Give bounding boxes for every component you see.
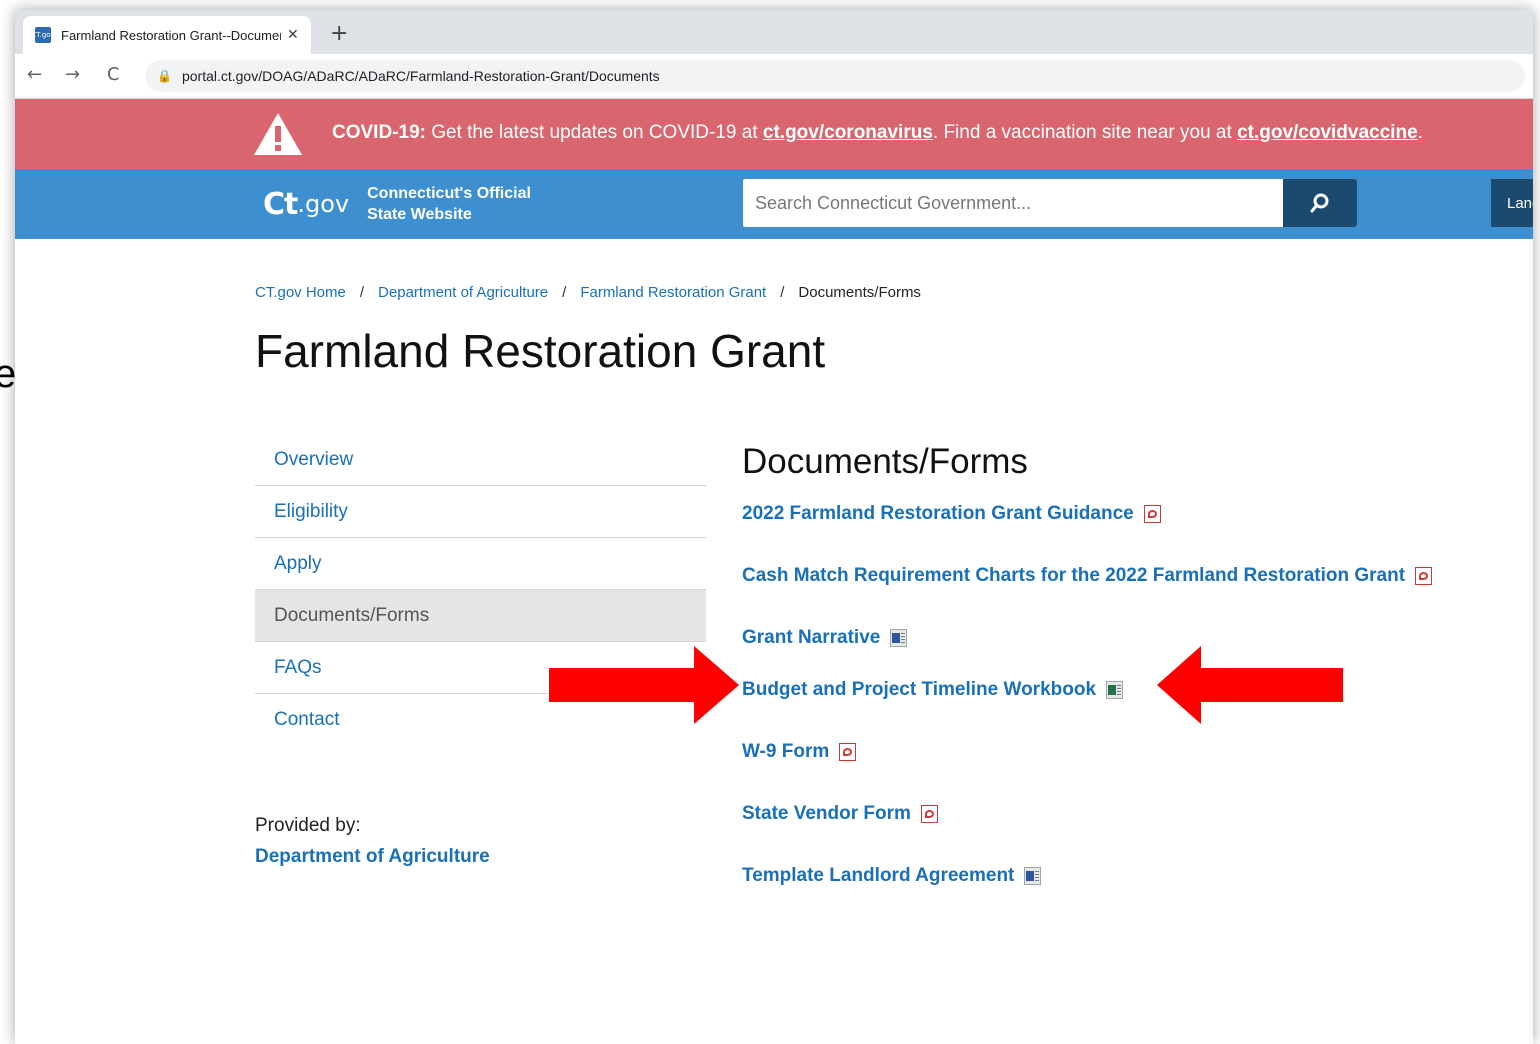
- browser-window: CT.gov Farmland Restoration Grant--Docum…: [15, 10, 1533, 1044]
- breadcrumb-separator: /: [359, 284, 365, 301]
- pdf-icon: [839, 743, 857, 761]
- back-arrow-icon[interactable]: ←: [27, 64, 42, 85]
- covidvaccine-link[interactable]: ct.gov/covidvaccine: [1237, 122, 1418, 143]
- breadcrumb-link[interactable]: Department of Agriculture: [378, 284, 548, 301]
- document-link-grant-narrative[interactable]: Grant Narrative: [742, 627, 908, 649]
- lock-icon: 🔒: [157, 69, 172, 83]
- word-doc-icon: [1024, 867, 1042, 885]
- documents-heading: Documents/Forms: [742, 442, 1028, 481]
- covid-label: COVID-19:: [332, 122, 426, 143]
- tab-strip: CT.gov Farmland Restoration Grant--Docum…: [15, 10, 1533, 54]
- search-input[interactable]: [743, 179, 1283, 227]
- close-icon[interactable]: ✕: [287, 27, 299, 43]
- document-link-cash-match[interactable]: Cash Match Requirement Charts for the 20…: [742, 565, 1433, 587]
- provided-by-label: Provided by:: [255, 815, 361, 836]
- pdf-icon: [1143, 505, 1161, 523]
- site-header: Ct .gov Connecticut's Official State Webs…: [15, 169, 1533, 239]
- favicon-icon: CT.gov: [31, 27, 55, 43]
- new-tab-button[interactable]: +: [330, 21, 348, 46]
- warning-icon: [254, 113, 302, 155]
- page-scrollbar[interactable]: [1529, 239, 1533, 1044]
- covid-text-1: Get the latest updates on COVID-19 at: [425, 122, 763, 143]
- breadcrumb-link[interactable]: Farmland Restoration Grant: [580, 284, 766, 301]
- covid-banner: COVID-19: Get the latest updates on COVI…: [15, 99, 1533, 169]
- logo-tagline: Connecticut's Official State Website: [367, 183, 531, 225]
- left-pointing-arrow-icon: [1157, 646, 1343, 724]
- pdf-icon: [920, 805, 938, 823]
- breadcrumb-separator: /: [562, 284, 567, 301]
- page-title: Farmland Restoration Grant: [255, 325, 826, 377]
- word-doc-icon: [890, 629, 908, 647]
- breadcrumb-link[interactable]: CT.gov Home: [255, 284, 346, 301]
- covid-text-3: .: [1417, 122, 1423, 143]
- document-link-label[interactable]: State Vendor Form: [742, 803, 911, 825]
- document-link-label[interactable]: 2022 Farmland Restoration Grant Guidance: [742, 503, 1134, 525]
- breadcrumb-separator: /: [780, 284, 785, 301]
- reload-icon[interactable]: C: [107, 64, 120, 85]
- document-link-w9[interactable]: W-9 Form: [742, 741, 857, 763]
- backdrop-letter: e: [0, 352, 17, 396]
- logo-mark: Ct: [263, 186, 298, 222]
- document-link-label[interactable]: Template Landlord Agreement: [742, 865, 1014, 887]
- sidebar-item-documents-forms[interactable]: Documents/Forms: [255, 590, 706, 642]
- search-icon: [1310, 193, 1329, 213]
- pdf-icon: [1415, 567, 1433, 585]
- search-button[interactable]: [1283, 179, 1357, 227]
- sidebar-item-overview[interactable]: Overview: [255, 434, 706, 486]
- breadcrumb-current: Documents/Forms: [798, 284, 921, 301]
- tab-title: Farmland Restoration Grant--Documents: [61, 27, 281, 43]
- excel-icon: [1106, 681, 1124, 699]
- document-link-label[interactable]: Budget and Project Timeline Workbook: [742, 679, 1096, 701]
- language-button[interactable]: Language: [1491, 179, 1533, 227]
- document-link-label[interactable]: Grant Narrative: [742, 627, 880, 649]
- address-toolbar: ← → C 🔒 portal.ct.gov/DOAG/ADaRC/ADaRC/F…: [15, 54, 1533, 99]
- logo-line-2: State Website: [367, 206, 472, 223]
- provider-agency-link[interactable]: Department of Agriculture: [255, 846, 490, 868]
- covid-text-2: . Find a vaccination site near you at: [932, 122, 1238, 143]
- document-link-guidance[interactable]: 2022 Farmland Restoration Grant Guidance: [742, 503, 1161, 525]
- covid-message: COVID-19: Get the latest updates on COVI…: [332, 122, 1423, 144]
- document-link-budget-workbook[interactable]: Budget and Project Timeline Workbook: [742, 679, 1124, 701]
- url-text[interactable]: portal.ct.gov/DOAG/ADaRC/ADaRC/Farmland-…: [182, 68, 660, 84]
- document-link-label[interactable]: W-9 Form: [742, 741, 829, 763]
- right-pointing-arrow-icon: [549, 646, 739, 724]
- breadcrumb: CT.gov Home / Department of Agriculture / Fa…: [255, 284, 921, 301]
- browser-tab[interactable]: CT.gov Farmland Restoration Grant--Docum…: [23, 16, 311, 54]
- coronavirus-link[interactable]: ct.gov/coronavirus: [763, 122, 933, 143]
- ct-gov-logo[interactable]: Ct .gov Connecticut's Official State Webs…: [263, 183, 531, 225]
- document-link-landlord-agreement[interactable]: Template Landlord Agreement: [742, 865, 1042, 887]
- logo-line-1: Connecticut's Official: [367, 185, 531, 202]
- sidebar-item-apply[interactable]: Apply: [255, 538, 706, 590]
- document-link-label[interactable]: Cash Match Requirement Charts for the 20…: [742, 565, 1405, 587]
- address-bar[interactable]: 🔒 portal.ct.gov/DOAG/ADaRC/ADaRC/Farmlan…: [145, 60, 1525, 92]
- document-link-vendor-form[interactable]: State Vendor Form: [742, 803, 938, 825]
- sidebar-item-eligibility[interactable]: Eligibility: [255, 486, 706, 538]
- logo-gov: .gov: [297, 190, 350, 218]
- forward-arrow-icon[interactable]: →: [65, 64, 80, 85]
